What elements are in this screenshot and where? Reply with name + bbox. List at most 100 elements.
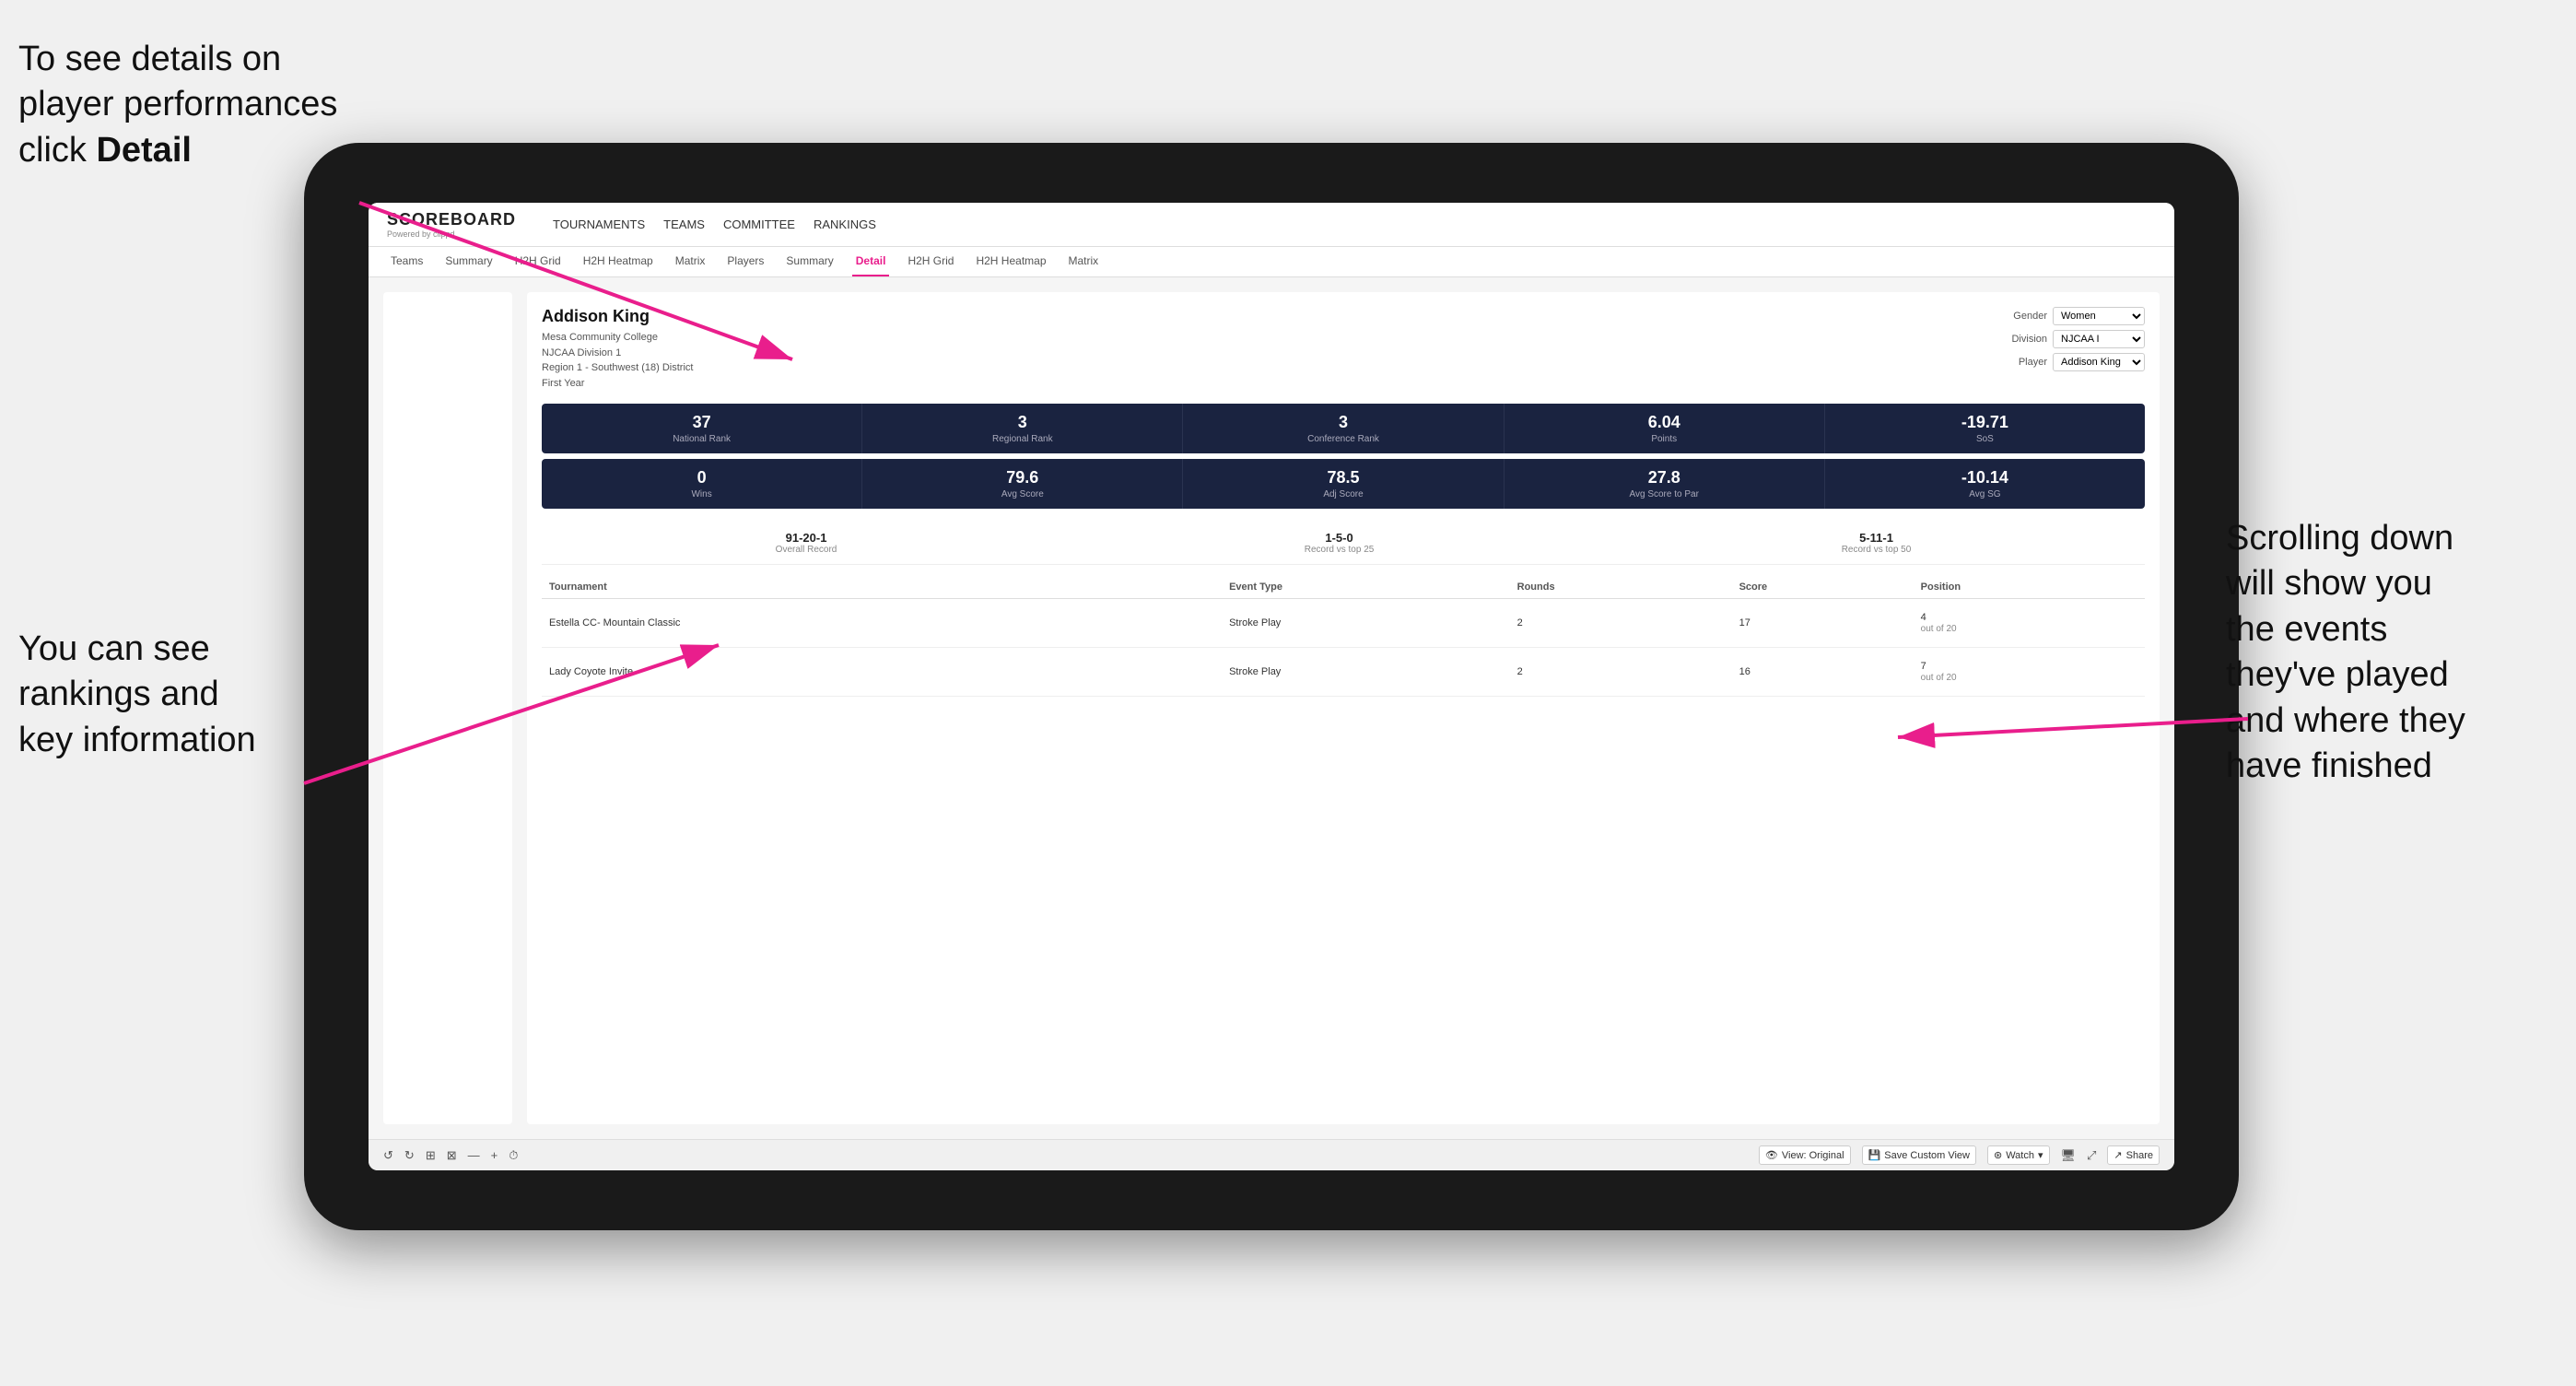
- nav-committee[interactable]: COMMITTEE: [723, 214, 795, 235]
- tab-h2h-grid2[interactable]: H2H Grid: [904, 247, 957, 276]
- player-filter-label: Player: [2019, 357, 2047, 368]
- expand-icon[interactable]: ⤢: [2087, 1148, 2096, 1163]
- player-info-section: Addison King Mesa Community College NJCA…: [542, 307, 2145, 391]
- bottom-toolbar: ↺ ↻ ⊞ ⊠ — + ⏱ 👁 View: Original 💾 Save Cu…: [369, 1139, 2174, 1170]
- annotation-bottomleft: You can see rankings and key information: [18, 627, 332, 763]
- main-nav: TOURNAMENTS TEAMS COMMITTEE RANKINGS: [553, 214, 876, 235]
- stat-avg-score: 79.6 Avg Score: [862, 459, 1183, 509]
- stat-avg-score-to-par-value: 27.8: [1512, 468, 1817, 487]
- tab-detail[interactable]: Detail: [852, 247, 890, 276]
- save-icon: 💾: [1868, 1149, 1881, 1161]
- tab-h2h-grid[interactable]: H2H Grid: [511, 247, 565, 276]
- logo-title: SCOREBOARD: [387, 210, 516, 229]
- stat-national-rank: 37 National Rank: [542, 404, 862, 453]
- chevron-down-icon: ▾: [2038, 1149, 2043, 1161]
- stat-conference-rank-label: Conference Rank: [1190, 434, 1495, 444]
- record-top25-label: Record vs top 25: [1305, 545, 1375, 555]
- division-select[interactable]: NJCAA I: [2053, 330, 2145, 348]
- stat-adj-score-label: Adj Score: [1190, 489, 1495, 499]
- record-top25: 1-5-0 Record vs top 25: [1305, 531, 1375, 555]
- center-content: Addison King Mesa Community College NJCA…: [527, 292, 2160, 1124]
- stat-avg-score-label: Avg Score: [870, 489, 1175, 499]
- redo-icon[interactable]: ↻: [404, 1148, 415, 1163]
- tab-players[interactable]: Players: [723, 247, 767, 276]
- record-overall: 91-20-1 Overall Record: [776, 531, 837, 555]
- table-row: Lady Coyote Invite Stroke Play 2 16 7 ou…: [542, 648, 2145, 697]
- stat-sos: -19.71 SoS: [1825, 404, 2145, 453]
- position-1: 4 out of 20: [1914, 599, 2145, 648]
- stat-national-rank-label: National Rank: [549, 434, 854, 444]
- col-score: Score: [1732, 576, 1914, 599]
- tab-matrix[interactable]: Matrix: [672, 247, 709, 276]
- nav-rankings[interactable]: RANKINGS: [814, 214, 876, 235]
- stat-avg-score-to-par: 27.8 Avg Score to Par: [1505, 459, 1825, 509]
- watch-button[interactable]: ⊛ Watch ▾: [1987, 1145, 2050, 1165]
- tab-h2h-heatmap[interactable]: H2H Heatmap: [580, 247, 657, 276]
- share-icon: ↗: [2113, 1149, 2122, 1161]
- event-type-1: Stroke Play: [1222, 599, 1510, 648]
- col-position: Position: [1914, 576, 2145, 599]
- share-button[interactable]: ↗ Share: [2107, 1145, 2160, 1165]
- player-details: Addison King Mesa Community College NJCA…: [542, 307, 693, 391]
- tab-summary2[interactable]: Summary: [782, 247, 837, 276]
- stat-avg-score-to-par-label: Avg Score to Par: [1512, 489, 1817, 499]
- tab-h2h-heatmap2[interactable]: H2H Heatmap: [972, 247, 1049, 276]
- minus-icon[interactable]: —: [468, 1148, 480, 1162]
- nav-tournaments[interactable]: TOURNAMENTS: [553, 214, 645, 235]
- score-2: 16: [1732, 648, 1914, 697]
- stat-regional-rank-value: 3: [870, 413, 1175, 432]
- stat-wins: 0 Wins: [542, 459, 862, 509]
- tab-matrix2[interactable]: Matrix: [1065, 247, 1103, 276]
- left-sidebar: [383, 292, 512, 1124]
- stat-regional-rank-label: Regional Rank: [870, 434, 1175, 444]
- annotation-topleft: To see details on player performances cl…: [18, 37, 369, 173]
- player-college: Mesa Community College: [542, 330, 693, 346]
- annotation-right: Scrolling down will show you the events …: [2226, 516, 2558, 789]
- stats-grid-row2: 0 Wins 79.6 Avg Score 78.5 Adj Score 27.…: [542, 459, 2145, 509]
- score-1: 17: [1732, 599, 1914, 648]
- stat-avg-sg: -10.14 Avg SG: [1825, 459, 2145, 509]
- tab-teams[interactable]: Teams: [387, 247, 427, 276]
- player-select[interactable]: Addison King: [2053, 353, 2145, 371]
- stat-avg-sg-value: -10.14: [1832, 468, 2137, 487]
- stat-avg-score-value: 79.6: [870, 468, 1175, 487]
- main-content: Addison King Mesa Community College NJCA…: [369, 277, 2174, 1139]
- tournament-table: Tournament Event Type Rounds Score Posit…: [542, 576, 2145, 697]
- grid-icon[interactable]: ⊞: [426, 1148, 436, 1163]
- player-name: Addison King: [542, 307, 693, 326]
- stat-regional-rank: 3 Regional Rank: [862, 404, 1183, 453]
- tab-summary[interactable]: Summary: [441, 247, 496, 276]
- tournament-name-2: Lady Coyote Invite: [542, 648, 1159, 697]
- stat-conference-rank-value: 3: [1190, 413, 1495, 432]
- stat-wins-value: 0: [549, 468, 854, 487]
- undo-icon[interactable]: ↺: [383, 1148, 393, 1163]
- app-header: SCOREBOARD Powered by clippd TOURNAMENTS…: [369, 203, 2174, 247]
- tournament-name-1: Estella CC- Mountain Classic: [542, 599, 1159, 648]
- gender-select[interactable]: Women: [2053, 307, 2145, 325]
- save-custom-view-button[interactable]: 💾 Save Custom View: [1862, 1145, 1976, 1165]
- stats-grid-row1: 37 National Rank 3 Regional Rank 3 Confe…: [542, 404, 2145, 453]
- col-tournament: Tournament: [542, 576, 1159, 599]
- record-top50-label: Record vs top 50: [1842, 545, 1912, 555]
- player-year: First Year: [542, 376, 693, 392]
- stat-avg-sg-label: Avg SG: [1832, 489, 2137, 499]
- record-top25-value: 1-5-0: [1305, 531, 1375, 545]
- rounds-2: 2: [1510, 648, 1732, 697]
- player-division: NJCAA Division 1: [542, 346, 693, 361]
- record-overall-label: Overall Record: [776, 545, 837, 555]
- timer-icon[interactable]: ⏱: [509, 1148, 518, 1163]
- division-filter-row: Division NJCAA I: [2011, 330, 2145, 348]
- layout-icon[interactable]: ⊠: [447, 1148, 457, 1163]
- stat-adj-score: 78.5 Adj Score: [1183, 459, 1504, 509]
- plus-icon[interactable]: +: [491, 1148, 498, 1162]
- event-type-2: Stroke Play: [1222, 648, 1510, 697]
- gender-label: Gender: [2013, 311, 2047, 322]
- tablet-frame: SCOREBOARD Powered by clippd TOURNAMENTS…: [304, 143, 2239, 1230]
- records-section: 91-20-1 Overall Record 1-5-0 Record vs t…: [542, 522, 2145, 565]
- view-original-button[interactable]: 👁 View: Original: [1759, 1145, 1851, 1165]
- rounds-1: 2: [1510, 599, 1732, 648]
- gender-filter-row: Gender Women: [2013, 307, 2145, 325]
- nav-teams[interactable]: TEAMS: [663, 214, 705, 235]
- stat-points-value: 6.04: [1512, 413, 1817, 432]
- monitor-icon[interactable]: 🖥: [2061, 1148, 2077, 1163]
